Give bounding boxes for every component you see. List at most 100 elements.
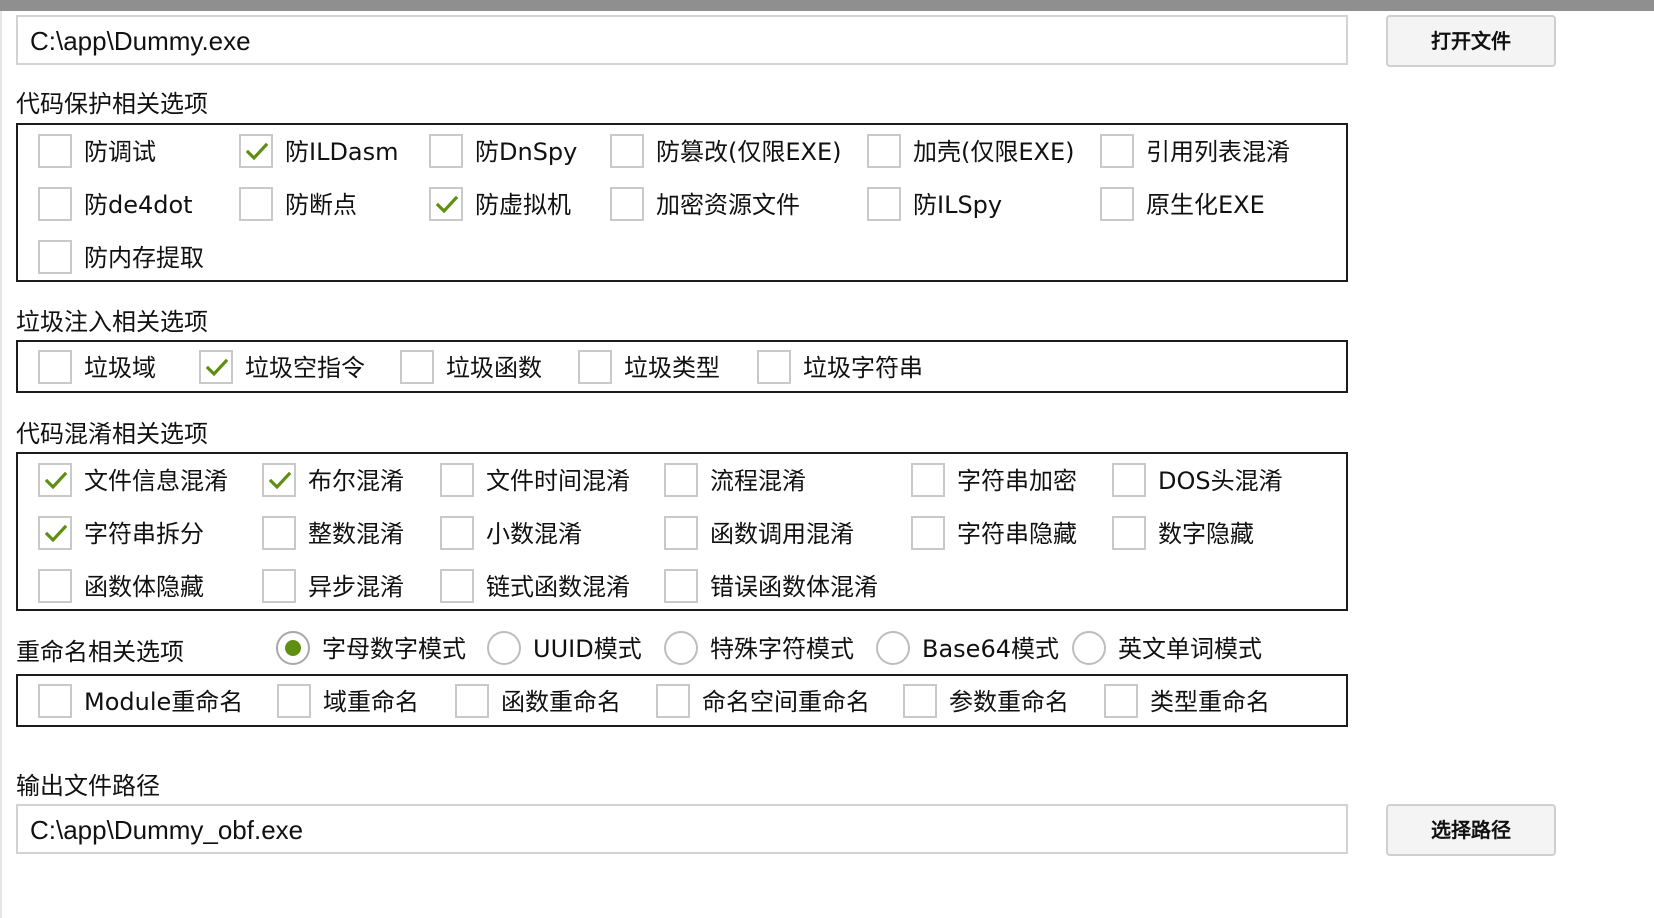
obfuscation-section-title: 代码混淆相关选项 xyxy=(16,420,208,448)
option-label: 小数混淆 xyxy=(486,520,582,548)
checkbox-unchecked[interactable] xyxy=(38,187,72,221)
junk-injection-section-title: 垃圾注入相关选项 xyxy=(16,308,208,336)
checkbox-checked[interactable] xyxy=(38,463,72,497)
checkbox-unchecked[interactable] xyxy=(38,134,72,168)
checkmark-icon xyxy=(45,524,67,543)
checkbox-unchecked[interactable] xyxy=(1100,187,1134,221)
checkbox-unchecked[interactable] xyxy=(664,463,698,497)
option-label: 防调试 xyxy=(84,138,156,166)
obfuscation-group: 文件信息混淆 布尔混淆 文件时间混淆 流程混淆 字符串加密 DOS头混淆 字符串… xyxy=(16,452,1348,611)
radio-unselected[interactable] xyxy=(876,631,910,665)
option-label: 防虚拟机 xyxy=(475,191,571,219)
option-label: 域重命名 xyxy=(323,688,419,716)
option-label: 防ILDasm xyxy=(285,138,399,166)
checkbox-unchecked[interactable] xyxy=(455,684,489,718)
open-file-button[interactable]: 打开文件 xyxy=(1386,15,1556,67)
option-label: 文件信息混淆 xyxy=(84,467,228,495)
option-label: 参数重命名 xyxy=(949,688,1069,716)
checkbox-unchecked[interactable] xyxy=(1112,463,1146,497)
checkbox-checked[interactable] xyxy=(429,187,463,221)
option-label: 垃圾类型 xyxy=(624,354,720,382)
rename-section-title: 重命名相关选项 xyxy=(16,638,184,666)
checkbox-unchecked[interactable] xyxy=(38,350,72,384)
checkbox-unchecked[interactable] xyxy=(239,187,273,221)
checkbox-unchecked[interactable] xyxy=(757,350,791,384)
option-label: 异步混淆 xyxy=(308,573,404,601)
checkbox-unchecked[interactable] xyxy=(867,134,901,168)
checkmark-icon xyxy=(269,471,291,490)
option-label: 类型重命名 xyxy=(1150,688,1270,716)
checkbox-unchecked[interactable] xyxy=(38,240,72,274)
checkbox-unchecked[interactable] xyxy=(664,516,698,550)
option-label: 加壳(仅限EXE) xyxy=(913,138,1075,166)
option-label: 流程混淆 xyxy=(710,467,806,495)
checkbox-unchecked[interactable] xyxy=(1112,516,1146,550)
radio-unselected[interactable] xyxy=(1072,631,1106,665)
option-label: 引用列表混淆 xyxy=(1146,138,1290,166)
checkbox-unchecked[interactable] xyxy=(262,569,296,603)
checkbox-unchecked[interactable] xyxy=(1100,134,1134,168)
checkbox-checked[interactable] xyxy=(38,516,72,550)
option-label: 命名空间重命名 xyxy=(702,688,870,716)
checkbox-checked[interactable] xyxy=(199,350,233,384)
checkbox-unchecked[interactable] xyxy=(867,187,901,221)
checkbox-unchecked[interactable] xyxy=(664,569,698,603)
checkbox-unchecked[interactable] xyxy=(578,350,612,384)
option-label: Module重命名 xyxy=(84,688,244,716)
radio-label: 字母数字模式 xyxy=(322,635,466,663)
option-label: 整数混淆 xyxy=(308,520,404,548)
input-file-path-field[interactable]: C:\app\Dummy.exe xyxy=(16,15,1348,65)
code-protection-group: 防调试 防ILDasm 防DnSpy 防篡改(仅限EXE) 加壳(仅限EXE) … xyxy=(16,123,1348,282)
checkbox-unchecked[interactable] xyxy=(440,463,474,497)
checkbox-unchecked[interactable] xyxy=(429,134,463,168)
checkmark-icon xyxy=(246,142,268,161)
checkbox-unchecked[interactable] xyxy=(277,684,311,718)
option-label: 防ILSpy xyxy=(913,191,1003,219)
option-label: 字符串隐藏 xyxy=(957,520,1077,548)
option-label: 垃圾字符串 xyxy=(803,354,923,382)
rename-options-group: Module重命名 域重命名 函数重命名 命名空间重命名 参数重命名 类型重命名 xyxy=(16,674,1348,727)
radio-dot-icon xyxy=(285,640,301,656)
radio-unselected[interactable] xyxy=(664,631,698,665)
option-label: 函数体隐藏 xyxy=(84,573,204,601)
checkbox-unchecked[interactable] xyxy=(400,350,434,384)
checkmark-icon xyxy=(206,358,228,377)
output-path-field[interactable]: C:\app\Dummy_obf.exe xyxy=(16,804,1348,854)
option-label: 字符串加密 xyxy=(957,467,1077,495)
checkbox-unchecked[interactable] xyxy=(903,684,937,718)
option-label: 垃圾函数 xyxy=(446,354,542,382)
option-label: 文件时间混淆 xyxy=(486,467,630,495)
checkbox-unchecked[interactable] xyxy=(262,516,296,550)
option-label: 函数调用混淆 xyxy=(710,520,854,548)
junk-injection-group: 垃圾域 垃圾空指令 垃圾函数 垃圾类型 垃圾字符串 xyxy=(16,340,1348,393)
option-label: 防断点 xyxy=(285,191,357,219)
checkbox-unchecked[interactable] xyxy=(440,569,474,603)
radio-label: 特殊字符模式 xyxy=(710,635,854,663)
window-left-edge xyxy=(0,11,2,918)
radio-label: UUID模式 xyxy=(533,635,642,663)
option-label: 防DnSpy xyxy=(475,138,578,166)
checkbox-checked[interactable] xyxy=(239,134,273,168)
checkbox-unchecked[interactable] xyxy=(911,463,945,497)
checkbox-unchecked[interactable] xyxy=(38,569,72,603)
checkbox-unchecked[interactable] xyxy=(38,684,72,718)
option-label: 数字隐藏 xyxy=(1158,520,1254,548)
select-path-button[interactable]: 选择路径 xyxy=(1386,804,1556,856)
option-label: 字符串拆分 xyxy=(84,520,204,548)
option-label: 垃圾空指令 xyxy=(245,354,365,382)
option-label: 防de4dot xyxy=(84,191,193,219)
radio-selected[interactable] xyxy=(276,631,310,665)
checkbox-unchecked[interactable] xyxy=(610,134,644,168)
checkbox-unchecked[interactable] xyxy=(440,516,474,550)
radio-label: 英文单词模式 xyxy=(1118,635,1262,663)
radio-unselected[interactable] xyxy=(487,631,521,665)
checkbox-unchecked[interactable] xyxy=(610,187,644,221)
checkbox-unchecked[interactable] xyxy=(1104,684,1138,718)
checkbox-checked[interactable] xyxy=(262,463,296,497)
checkbox-unchecked[interactable] xyxy=(656,684,690,718)
option-label: 垃圾域 xyxy=(84,354,156,382)
option-label: 防内存提取 xyxy=(84,244,204,272)
checkbox-unchecked[interactable] xyxy=(911,516,945,550)
checkmark-icon xyxy=(45,471,67,490)
option-label: 函数重命名 xyxy=(501,688,621,716)
